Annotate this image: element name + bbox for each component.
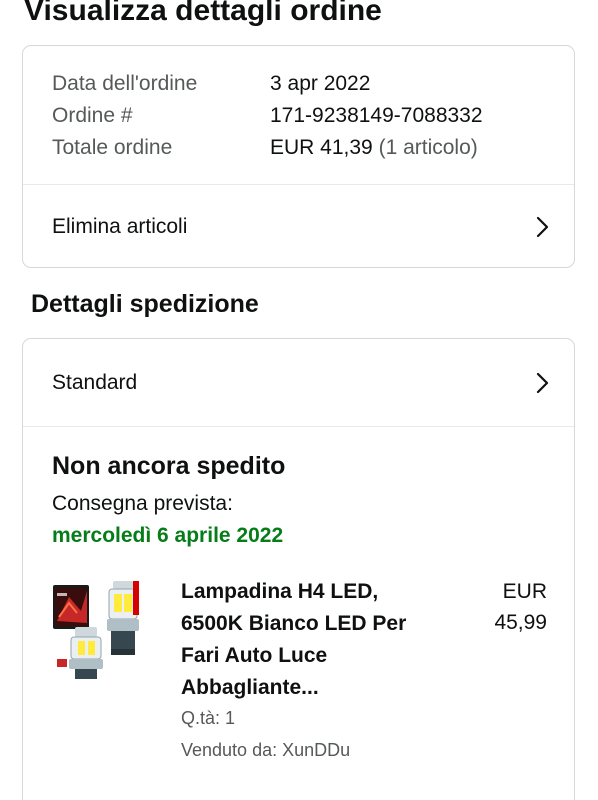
price-currency: EUR <box>502 580 547 603</box>
delete-items-row[interactable]: Elimina articoli <box>23 185 574 267</box>
order-total-row: Totale ordine EUR 41,39 (1 articolo) <box>52 132 483 164</box>
delete-items-label: Elimina articoli <box>52 215 188 238</box>
order-details-page: Visualizza dettagli ordine Data dell'ord… <box>0 0 598 800</box>
order-total-value: EUR 41,39 <box>270 136 373 159</box>
delivery-date: mercoledì 6 aprile 2022 <box>52 524 284 547</box>
order-item-count: (1 articolo) <box>373 132 478 164</box>
divider <box>23 426 574 427</box>
order-number-value: 171-9238149-7088332 <box>270 104 483 127</box>
price-value: 45,99 <box>494 611 547 634</box>
page-title: Visualizza dettagli ordine <box>24 0 382 27</box>
shipping-card: Standard Non ancora spedito Consegna pre… <box>22 338 575 800</box>
product-image[interactable] <box>51 577 157 681</box>
shipping-section-title: Dettagli spedizione <box>31 290 259 318</box>
product-seller: Venduto da: XunDDu <box>181 740 351 760</box>
order-date-row: Data dell'ordine 3 apr 2022 <box>52 68 483 100</box>
order-item-count-text: (1 articolo) <box>378 136 478 159</box>
order-date-label: Data dell'ordine <box>52 72 198 95</box>
chevron-right-icon <box>536 216 549 238</box>
product-quantity: Q.tà: 1 <box>181 708 236 728</box>
shipping-method-label: Standard <box>52 370 138 394</box>
product-title-link[interactable]: Lampadina H4 LED, 6500K Bianco LED Per F… <box>181 576 421 704</box>
shipment-status: Non ancora spedito <box>52 452 286 480</box>
order-total-label: Totale ordine <box>52 136 173 159</box>
order-number-label: Ordine # <box>52 104 133 127</box>
order-summary-card: Data dell'ordine 3 apr 2022 Ordine # 171… <box>22 45 575 268</box>
order-info: Data dell'ordine 3 apr 2022 Ordine # 171… <box>52 68 483 164</box>
order-number-row: Ordine # 171-9238149-7088332 <box>52 100 483 132</box>
delivery-label: Consegna prevista: <box>52 492 233 515</box>
product-price: EUR 45,99 <box>457 576 547 638</box>
chevron-right-icon <box>536 372 549 393</box>
shipping-method-row[interactable]: Standard <box>23 339 574 426</box>
order-date-value: 3 apr 2022 <box>270 72 371 95</box>
